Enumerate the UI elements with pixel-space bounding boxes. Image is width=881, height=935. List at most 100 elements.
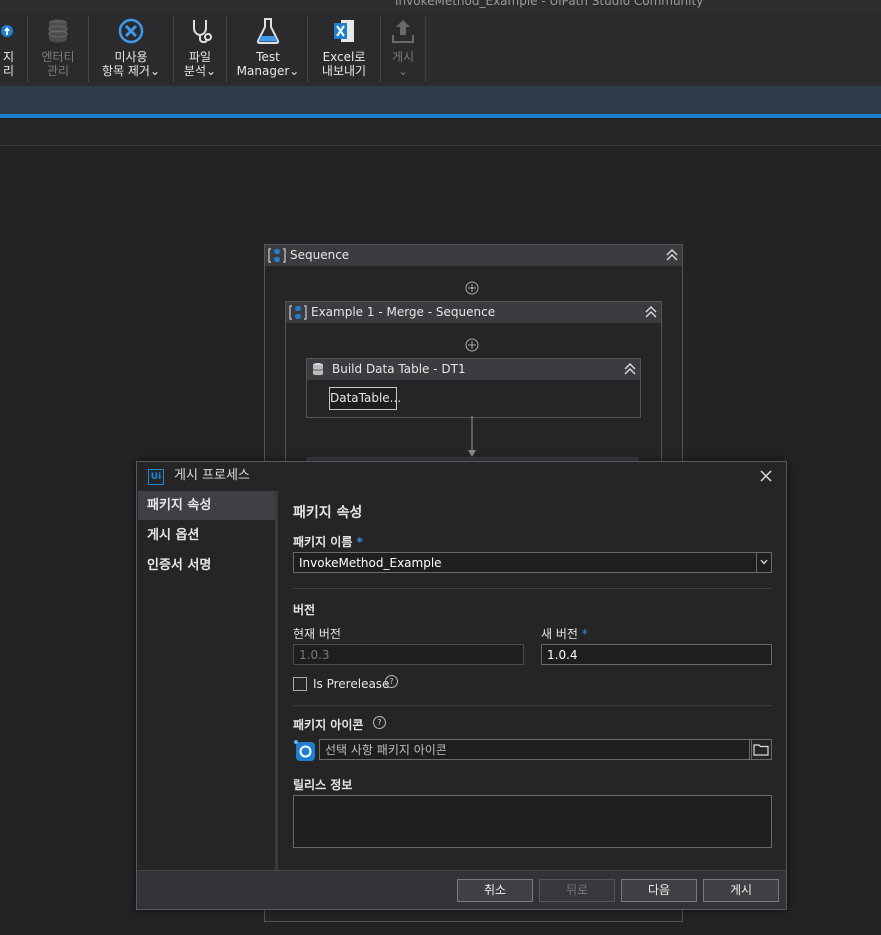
- file-analysis-button[interactable]: 파일 분석⌄: [178, 12, 222, 86]
- manage-entities-button[interactable]: 엔터티 관리: [31, 12, 85, 86]
- prerelease-checkbox[interactable]: [293, 677, 307, 691]
- excel-export-button[interactable]: Excel로 내보내기: [313, 12, 375, 86]
- test-manager-label-2: Manager⌄: [236, 64, 300, 78]
- help-icon[interactable]: ?: [385, 675, 398, 688]
- package-icon-preview: [294, 740, 315, 761]
- remove-circle-icon: [118, 18, 144, 44]
- collapse-icon[interactable]: [665, 248, 679, 262]
- toolbar-strip: [0, 86, 881, 114]
- release-notes-label: 릴리스 정보: [293, 778, 353, 792]
- remove-unused-button[interactable]: 미사용 항목 제거⌄: [94, 12, 168, 86]
- publish-icon: [392, 20, 414, 43]
- publish-ribbon-label: 게시: [391, 50, 415, 64]
- sequence-icon: [289, 305, 307, 320]
- divider: [293, 588, 772, 589]
- required-mark: *: [356, 535, 363, 549]
- build-data-table-title: Build Data Table - DT1: [332, 362, 466, 376]
- title-bar: InvokeMethod_Example - UiPath Studio Com…: [0, 0, 881, 12]
- version-section-label: 버전: [293, 603, 316, 617]
- ribbon-separator: [226, 16, 227, 82]
- ribbon-partial-button[interactable]: 지 리: [0, 12, 18, 86]
- package-name-dropdown[interactable]: [756, 553, 771, 572]
- remove-unused-label-1: 미사용: [114, 50, 148, 64]
- add-activity-icon[interactable]: [465, 338, 479, 352]
- package-name-input[interactable]: InvokeMethod_Example: [293, 552, 772, 573]
- back-button[interactable]: 뒤로: [539, 879, 615, 902]
- ribbon-separator: [425, 16, 426, 82]
- datatable-button[interactable]: DataTable...: [329, 387, 401, 410]
- upload-icon: [1, 25, 13, 37]
- flow-arrow: [468, 416, 476, 457]
- divider: [293, 705, 772, 706]
- test-manager-label-1: Test: [256, 50, 280, 64]
- excel-export-label-2: 내보내기: [321, 64, 367, 78]
- dialog-content: 패키지 속성 패키지 이름 * InvokeMethod_Example 버전 …: [279, 491, 785, 871]
- publish-button[interactable]: 게시: [703, 879, 779, 902]
- ribbon-partial-label-1: 지: [2, 50, 14, 64]
- database-icon: [312, 363, 324, 376]
- package-icon-label: 패키지 아이콘: [293, 718, 364, 732]
- window-title: InvokeMethod_Example - UiPath Studio Com…: [395, 0, 704, 8]
- chevron-down-icon: ⌄: [289, 64, 300, 78]
- remove-unused-label-2: 항목 제거⌄: [101, 64, 161, 78]
- chevron-down-icon: ⌄: [149, 64, 161, 78]
- current-version-label: 현재 버전: [293, 627, 341, 641]
- chevron-down-icon: ⌄: [397, 64, 409, 78]
- required-mark: *: [581, 627, 588, 641]
- entity-label-1: 엔터티: [41, 50, 75, 64]
- example-sequence-header: Example 1 - Merge - Sequence: [286, 302, 661, 323]
- ribbon-separator: [307, 16, 308, 82]
- dialog-titlebar: Ui 게시 프로세스: [137, 462, 786, 490]
- folder-icon: [753, 744, 769, 756]
- sequence-title: Sequence: [290, 248, 350, 262]
- stethoscope-icon: [193, 20, 212, 44]
- excel-export-label-1: Excel로: [322, 50, 366, 64]
- collapse-icon[interactable]: [623, 362, 637, 376]
- dialog-title: 게시 프로세스: [174, 468, 250, 483]
- build-data-table-header: Build Data Table - DT1: [307, 359, 640, 380]
- ribbon-separator: [88, 16, 89, 82]
- help-icon[interactable]: ?: [373, 716, 386, 729]
- chevron-down-icon: ⌄: [206, 64, 217, 78]
- sequence-icon: [268, 248, 286, 263]
- next-button[interactable]: 다음: [621, 879, 697, 902]
- publish-process-dialog: Ui 게시 프로세스 패키지 속성 게시 옵션 인증서 서명 패키지 속성 패키…: [136, 461, 787, 910]
- current-version-field: 1.0.3: [293, 644, 524, 665]
- browse-folder-button[interactable]: [749, 739, 772, 760]
- section-title: 패키지 속성: [293, 505, 363, 521]
- example-sequence-title: Example 1 - Merge - Sequence: [311, 305, 496, 319]
- add-activity-icon[interactable]: [465, 281, 479, 295]
- ribbon: 지 리 엔터티 관리 미사용 항목 제거⌄ 파일 분석⌄ Test Manage…: [0, 12, 881, 86]
- excel-icon: [334, 20, 354, 42]
- prerelease-label: Is Prerelease: [313, 677, 390, 691]
- cancel-button[interactable]: 취소: [457, 879, 533, 902]
- database-icon: [48, 19, 68, 43]
- sequence-header: Sequence: [265, 245, 682, 266]
- entity-label-2: 관리: [46, 64, 70, 78]
- package-name-label: 패키지 이름 *: [293, 535, 363, 549]
- designer-tab-area: [0, 118, 881, 146]
- chevron-down-icon: [760, 559, 768, 565]
- publish-ribbon-button[interactable]: 게시 ⌄: [384, 12, 422, 86]
- release-notes-textarea[interactable]: [293, 795, 772, 848]
- uipath-logo: Ui: [148, 469, 164, 485]
- new-version-label: 새 버전 *: [541, 627, 588, 641]
- file-analysis-label-1: 파일: [188, 50, 212, 64]
- ribbon-partial-label-2: 리: [2, 64, 14, 78]
- nav-publish-options[interactable]: 게시 옵션: [138, 521, 275, 550]
- file-analysis-label-2: 분석⌄: [183, 64, 217, 78]
- nav-package-properties[interactable]: 패키지 속성: [138, 491, 275, 520]
- package-name-value: InvokeMethod_Example: [299, 556, 442, 570]
- test-manager-button[interactable]: Test Manager⌄: [233, 12, 303, 86]
- dialog-footer: 취소 뒤로 다음 게시: [137, 870, 786, 909]
- dialog-nav: 패키지 속성 게시 옵션 인증서 서명: [138, 491, 278, 871]
- ribbon-separator: [173, 16, 174, 82]
- nav-certificate-signing[interactable]: 인증서 서명: [138, 551, 275, 580]
- close-icon[interactable]: [758, 468, 774, 484]
- flask-icon: [256, 18, 280, 44]
- ribbon-separator: [380, 16, 381, 82]
- package-icon-input[interactable]: 선택 사항 패키지 아이콘: [319, 739, 752, 760]
- collapse-icon[interactable]: [644, 305, 658, 319]
- new-version-input[interactable]: 1.0.4: [541, 644, 772, 665]
- ribbon-separator: [27, 16, 28, 82]
